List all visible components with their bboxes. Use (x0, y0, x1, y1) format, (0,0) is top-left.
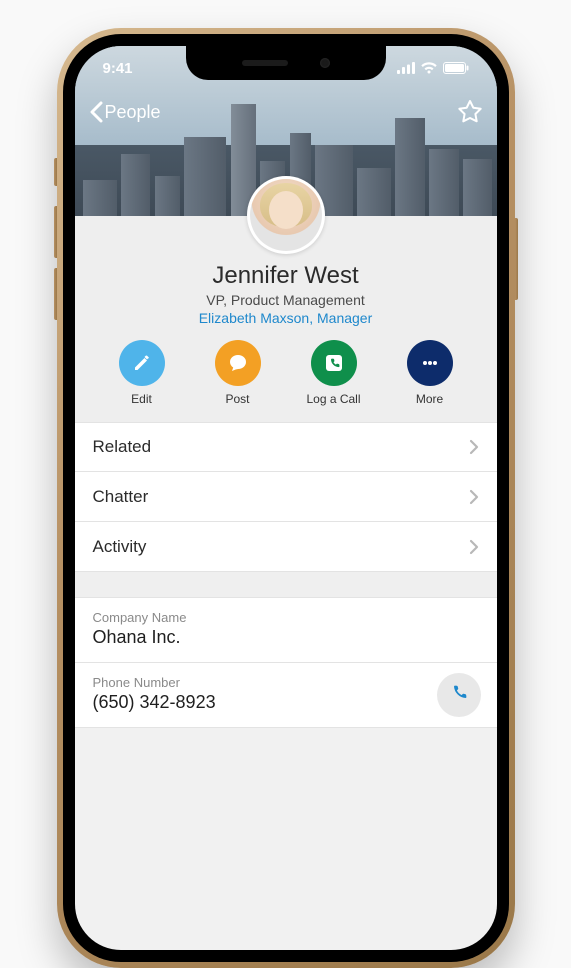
cellular-icon (397, 62, 415, 74)
profile-header: Jennifer West VP, Product Management Eli… (75, 216, 497, 422)
section-list: Related Chatter Activity (75, 422, 497, 572)
more-button[interactable]: More (399, 340, 461, 406)
chevron-right-icon (469, 489, 479, 505)
status-time: 9:41 (103, 60, 133, 77)
front-camera (320, 58, 330, 68)
call-button[interactable] (437, 673, 481, 717)
post-label: Post (225, 392, 249, 406)
app-bar: People (75, 90, 497, 134)
phone-frame: 9:41 (57, 28, 515, 968)
favorite-button[interactable] (457, 99, 483, 125)
star-outline-icon (457, 99, 483, 125)
avatar[interactable] (247, 176, 325, 254)
field-company[interactable]: Company Name Ohana Inc. (75, 598, 497, 663)
log-call-button[interactable]: Log a Call (303, 340, 365, 406)
phone-square-icon (322, 351, 346, 375)
chat-bubble-icon (227, 352, 249, 374)
row-chatter[interactable]: Chatter (75, 472, 497, 522)
log-call-label: Log a Call (306, 392, 360, 406)
section-divider (75, 572, 497, 598)
edit-button[interactable]: Edit (111, 340, 173, 406)
speaker-grille (242, 60, 288, 66)
wifi-icon (420, 62, 438, 74)
pencil-icon (131, 352, 153, 374)
edit-label: Edit (131, 392, 152, 406)
chevron-right-icon (469, 439, 479, 455)
chevron-right-icon (469, 539, 479, 555)
phone-icon (448, 682, 470, 709)
row-label: Activity (93, 537, 147, 557)
contact-name: Jennifer West (75, 262, 497, 290)
contact-title: VP, Product Management (75, 292, 497, 308)
power-btn (515, 218, 518, 300)
back-label: People (105, 102, 161, 123)
screen: 9:41 (75, 46, 497, 950)
volume-down-btn (54, 268, 57, 320)
row-label: Chatter (93, 487, 149, 507)
chevron-left-icon (89, 101, 103, 123)
post-button[interactable]: Post (207, 340, 269, 406)
action-row: Edit Post (75, 340, 497, 406)
mute-switch (54, 158, 57, 186)
row-label: Related (93, 437, 152, 457)
field-label: Company Name (93, 610, 479, 625)
row-related[interactable]: Related (75, 422, 497, 472)
battery-icon (443, 62, 469, 74)
contact-manager[interactable]: Elizabeth Maxson, Manager (75, 310, 497, 326)
details: Company Name Ohana Inc. Phone Number (65… (75, 598, 497, 728)
field-value: Ohana Inc. (93, 627, 479, 648)
notch (186, 46, 386, 80)
back-button[interactable]: People (89, 101, 161, 123)
more-dots-icon (419, 352, 441, 374)
field-label: Phone Number (93, 675, 479, 690)
field-phone[interactable]: Phone Number (650) 342-8923 (75, 663, 497, 728)
phone-bezel: 9:41 (63, 34, 509, 962)
more-label: More (416, 392, 443, 406)
field-value: (650) 342-8923 (93, 692, 479, 713)
volume-up-btn (54, 206, 57, 258)
row-activity[interactable]: Activity (75, 522, 497, 572)
